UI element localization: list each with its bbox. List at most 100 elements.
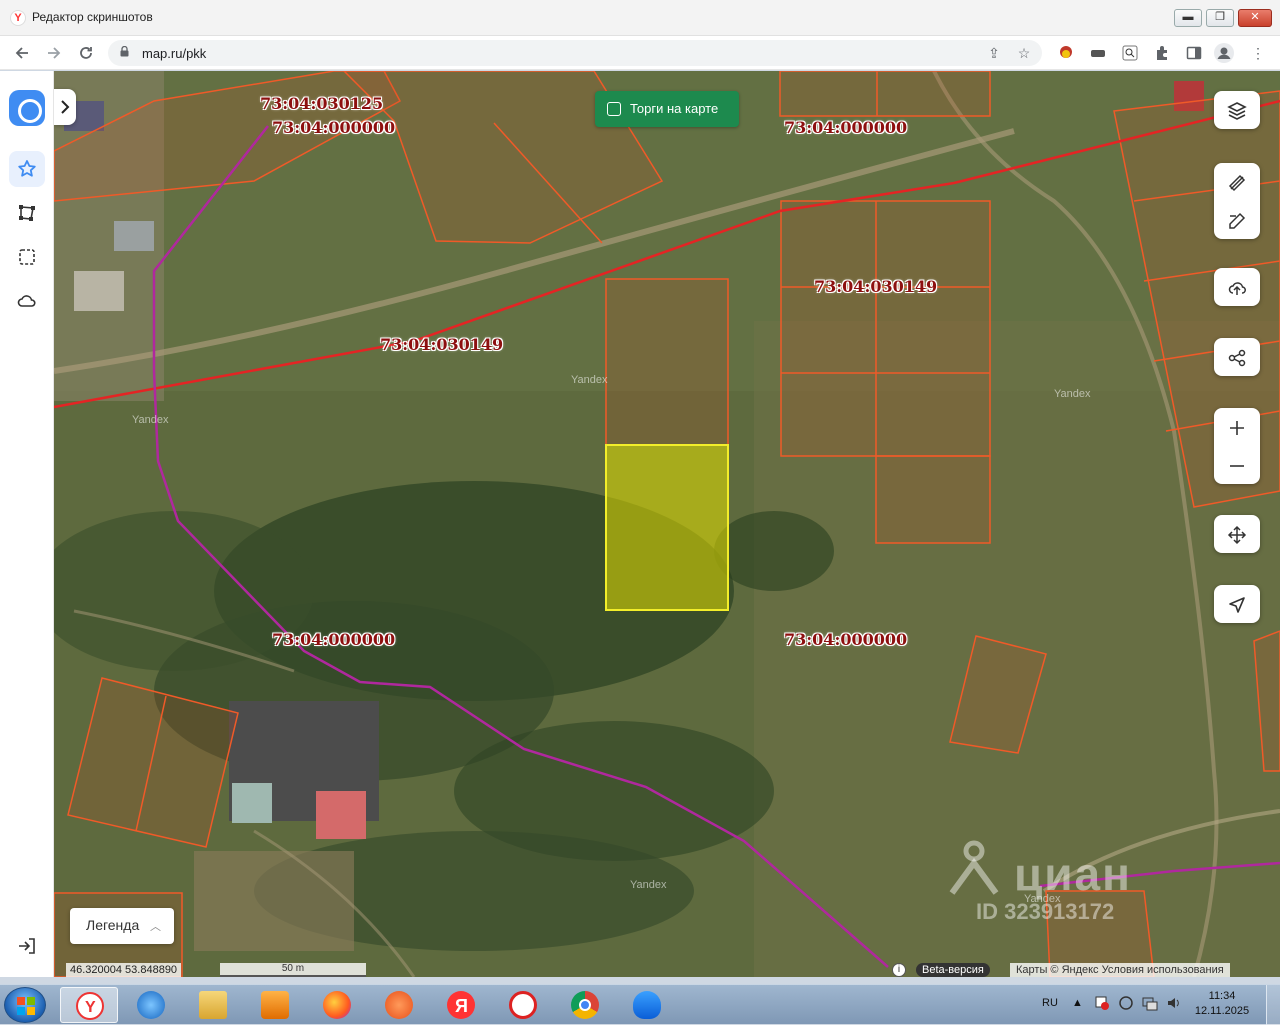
- volume-icon[interactable]: [1166, 995, 1182, 1014]
- firefox-icon: [323, 991, 351, 1019]
- cadastral-label: 73:04:030125: [260, 94, 384, 113]
- taskbar-chrome[interactable]: [556, 987, 614, 1023]
- window-titlebar: Y Редактор скриншотов ▬ ❐ ✕: [0, 0, 1280, 36]
- windows-logo-icon: [17, 997, 35, 1015]
- map-canvas[interactable]: Yandex Yandex Yandex Yandex Yandex 73:04…: [54, 71, 1280, 977]
- cian-logo-icon: [949, 840, 999, 895]
- cadastral-label: 73:04:030149: [814, 277, 938, 296]
- network-icon[interactable]: [1142, 995, 1158, 1014]
- auction-checkbox[interactable]: [607, 102, 621, 116]
- polygon-icon: [19, 205, 35, 221]
- reload-icon: [80, 47, 92, 59]
- pan-button[interactable]: [1214, 515, 1260, 553]
- language-indicator[interactable]: RU: [1042, 997, 1058, 1009]
- maximize-button[interactable]: ❐: [1206, 9, 1234, 27]
- map-copyright[interactable]: Карты © Яндекс Условия использования: [1010, 963, 1230, 977]
- share-icon: [1228, 349, 1246, 367]
- cadastral-label: 73:04:000000: [784, 118, 908, 137]
- system-clock[interactable]: 11:34 12.11.2025: [1192, 989, 1252, 1019]
- yandex-browser-icon: Y: [76, 992, 104, 1020]
- taskbar-yandex-browser[interactable]: Y: [60, 987, 118, 1023]
- auction-toggle[interactable]: Торги на карте: [595, 91, 739, 127]
- taskbar-app[interactable]: [370, 987, 428, 1023]
- tray-expand-icon[interactable]: ▲: [1072, 997, 1083, 1009]
- reload-button[interactable]: [74, 41, 98, 65]
- taskbar-ccleaner[interactable]: [494, 987, 552, 1023]
- ruler-button[interactable]: [1214, 163, 1260, 201]
- legend-button[interactable]: Легенда ︿: [70, 908, 174, 944]
- zoom-in-icon: [1230, 421, 1244, 435]
- cloud-app-icon: [633, 991, 661, 1019]
- cloud-icon: [17, 295, 36, 307]
- cadastral-label: 73:04:000000: [272, 118, 396, 137]
- extensions-puzzle-icon[interactable]: [1152, 43, 1172, 63]
- media-player-icon: [261, 991, 289, 1019]
- yandex-icon: Я: [447, 991, 475, 1019]
- taskbar-internet-explorer[interactable]: [122, 987, 180, 1023]
- info-icon[interactable]: i: [892, 963, 906, 977]
- selected-parcel: [605, 444, 729, 611]
- chrome-icon: [571, 991, 599, 1019]
- layers-button[interactable]: [1214, 91, 1260, 129]
- logout-button[interactable]: [17, 936, 37, 961]
- taskbar-file-explorer[interactable]: [184, 987, 242, 1023]
- auction-label: Торги на карте: [630, 101, 719, 116]
- show-desktop-button[interactable]: [1266, 985, 1280, 1025]
- layers-icon: [1227, 102, 1247, 120]
- draw-tools: [1214, 163, 1260, 239]
- arrow-left-icon: [15, 47, 28, 59]
- zoom-controls: [1214, 408, 1260, 484]
- share-button[interactable]: [1214, 338, 1260, 376]
- action-center-icon[interactable]: [1094, 995, 1110, 1014]
- cian-name: циан: [1014, 848, 1132, 900]
- expand-panel-button[interactable]: [54, 89, 76, 125]
- forward-button[interactable]: [42, 41, 66, 65]
- extension-cap-icon[interactable]: [1088, 43, 1108, 63]
- clock-date: 12.11.2025: [1194, 1005, 1250, 1017]
- sidebar-item-favorites[interactable]: [9, 151, 45, 187]
- profile-avatar-icon[interactable]: [1214, 43, 1234, 63]
- app-logo[interactable]: [9, 90, 45, 126]
- sidebar-item-cloud[interactable]: [9, 283, 45, 319]
- taskbar-media-player[interactable]: [246, 987, 304, 1023]
- edit-button[interactable]: [1214, 201, 1260, 239]
- clock-time: 11:34: [1208, 990, 1236, 1002]
- star-icon: [18, 160, 36, 177]
- zoom-in-button[interactable]: [1214, 408, 1260, 446]
- yandex-watermark: Yandex: [132, 414, 169, 426]
- close-button[interactable]: ✕: [1238, 9, 1272, 27]
- internet-explorer-icon: [137, 991, 165, 1019]
- yandex-watermark: Yandex: [1054, 388, 1091, 400]
- taskbar-yandex[interactable]: Я: [432, 987, 490, 1023]
- selection-icon: [19, 249, 35, 265]
- chevron-right-icon: [61, 100, 70, 114]
- zoom-out-button[interactable]: [1214, 446, 1260, 484]
- extension-puzzle-game-icon[interactable]: [1056, 43, 1076, 63]
- locate-button[interactable]: [1214, 585, 1260, 623]
- zoom-out-icon: [1230, 465, 1244, 467]
- back-button[interactable]: [10, 41, 34, 65]
- sidebar-item-selection[interactable]: [9, 239, 45, 275]
- upload-button[interactable]: [1214, 268, 1260, 306]
- url-text: map.ru/pkk: [142, 46, 207, 61]
- yandex-watermark: Yandex: [571, 374, 608, 386]
- browser-menu-icon[interactable]: ⋮: [1248, 43, 1268, 63]
- taskbar-cloud-app[interactable]: [618, 987, 676, 1023]
- extension-search-icon[interactable]: [1120, 43, 1140, 63]
- shield-status-icon[interactable]: [1118, 995, 1134, 1014]
- start-button[interactable]: [4, 987, 46, 1023]
- svg-text:Я: Я: [455, 996, 468, 1016]
- minimize-button[interactable]: ▬: [1174, 9, 1202, 27]
- window-title: Редактор скриншотов: [32, 10, 153, 24]
- side-panel-icon[interactable]: [1184, 43, 1204, 63]
- address-bar[interactable]: map.ru/pkk ⇪ ☆: [108, 40, 1042, 66]
- file-explorer-icon: [199, 991, 227, 1019]
- share-page-icon[interactable]: ⇪: [984, 43, 1004, 63]
- app-icon: [385, 991, 413, 1019]
- scale-bar: 50 m: [220, 963, 366, 977]
- taskbar-firefox[interactable]: [308, 987, 366, 1023]
- windows-taskbar: Y Я RU ▲ 11:34 12.11.2025: [0, 984, 1280, 1025]
- ccleaner-icon: [509, 991, 537, 1019]
- sidebar-item-polygon[interactable]: [9, 195, 45, 231]
- bookmark-star-icon[interactable]: ☆: [1014, 43, 1034, 63]
